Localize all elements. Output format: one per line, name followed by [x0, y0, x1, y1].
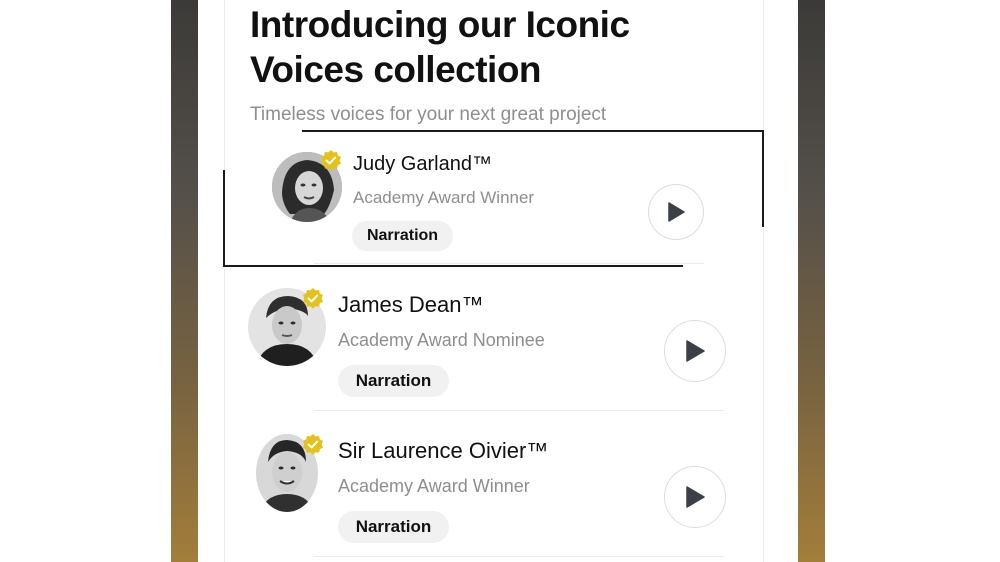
selection-outline-right	[762, 130, 764, 227]
voice-name: James Dean™	[338, 292, 484, 317]
verified-badge-icon	[321, 150, 341, 171]
voice-award: Academy Award Winner	[338, 476, 530, 496]
play-button[interactable]	[664, 466, 726, 528]
play-icon	[668, 202, 685, 222]
voice-name: Sir Laurence Oivier™	[338, 438, 549, 463]
selection-outline-bottom	[223, 265, 683, 267]
selection-outline-top	[302, 130, 764, 132]
category-tag[interactable]: Narration	[338, 365, 449, 397]
row-divider	[314, 556, 724, 557]
category-tag[interactable]: Narration	[338, 511, 449, 543]
voice-name: Judy Garland™	[353, 153, 492, 175]
category-tag[interactable]: Narration	[352, 221, 453, 251]
voice-list-item[interactable]: Judy Garland™ Academy Award Winner Narra…	[224, 130, 764, 266]
voice-award: Academy Award Nominee	[338, 330, 545, 350]
voice-award: Academy Award Winner	[353, 188, 535, 207]
play-icon	[686, 340, 705, 362]
row-divider	[314, 410, 724, 411]
play-button[interactable]	[664, 320, 726, 382]
verified-badge-icon	[303, 434, 323, 455]
voice-list-item[interactable]: Sir Laurence Oivier™ Academy Award Winne…	[224, 416, 764, 562]
selection-outline-left	[223, 170, 225, 267]
page-title: Introducing our Iconic Voices collection	[250, 4, 630, 90]
play-icon	[686, 486, 705, 508]
row-divider	[314, 263, 704, 264]
play-button[interactable]	[648, 184, 704, 240]
voice-list-item[interactable]: James Dean™ Academy Award Nominee Narrat…	[224, 270, 764, 412]
verified-badge-icon	[303, 288, 323, 309]
page-subtitle: Timeless voices for your next great proj…	[250, 104, 607, 125]
